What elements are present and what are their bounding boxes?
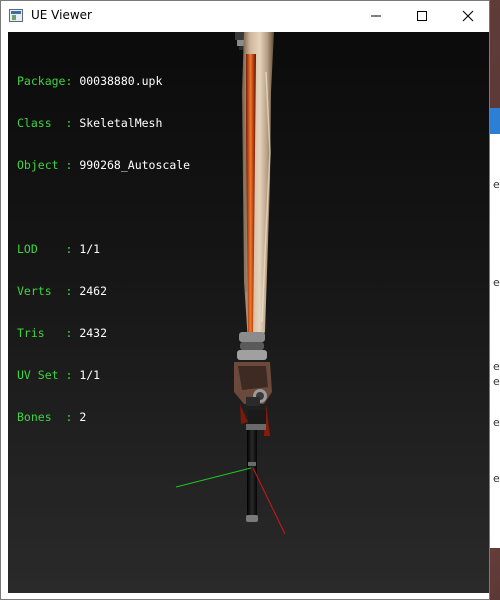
- maximize-icon: [417, 11, 427, 21]
- 3d-viewport[interactable]: Package: 00038880.upk Class : SkeletalMe…: [8, 32, 489, 593]
- background-window-text: e: [493, 360, 500, 373]
- background-window-text: e: [493, 276, 500, 289]
- background-window-text: e: [493, 416, 500, 429]
- close-button[interactable]: [445, 1, 491, 31]
- ue-viewer-window: UE Viewer Package: 00038880.upk Class: …: [0, 0, 490, 600]
- info-object: Object : 990268_Autoscale: [17, 158, 191, 172]
- axis-y-line: [175, 467, 252, 488]
- title-bar[interactable]: UE Viewer: [1, 1, 489, 31]
- background-window-text: e: [493, 178, 500, 191]
- minimize-button[interactable]: [353, 1, 399, 31]
- sword-guard: [234, 332, 272, 436]
- background-window-text: e: [493, 375, 500, 388]
- info-tris: Tris : 2432: [17, 326, 108, 340]
- info-package: Package: 00038880.upk: [17, 74, 163, 88]
- axis-x-line: [252, 467, 286, 535]
- minimize-icon: [371, 15, 381, 17]
- background-window-text: e: [493, 472, 500, 485]
- info-class: Class : SkeletalMesh: [17, 116, 163, 130]
- info-lod: LOD : 1/1: [17, 242, 101, 256]
- close-icon: [462, 10, 474, 22]
- info-verts: Verts : 2462: [17, 284, 108, 298]
- mesh-info-overlay: Package: 00038880.upk Class : SkeletalMe…: [17, 46, 190, 452]
- maximize-button[interactable]: [399, 1, 445, 31]
- info-bones: Bones : 2: [17, 410, 87, 424]
- app-icon: [9, 9, 23, 22]
- window-title: UE Viewer: [31, 8, 92, 22]
- info-uv-set: UV Set : 1/1: [17, 368, 101, 382]
